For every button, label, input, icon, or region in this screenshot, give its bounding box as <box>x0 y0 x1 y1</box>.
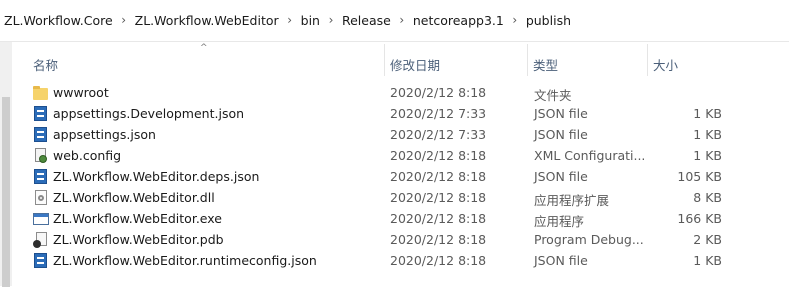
address-bar-divider <box>0 41 789 42</box>
file-row-dll[interactable]: ZL.Workflow.WebEditor.dll 2020/2/12 8:18… <box>28 187 722 208</box>
breadcrumb-separator-icon[interactable]: › <box>283 13 297 27</box>
config-file-icon <box>33 147 49 164</box>
file-size: 1 KB <box>693 106 722 121</box>
file-modified: 2020/2/12 8:18 <box>390 190 487 205</box>
file-name: ZL.Workflow.WebEditor.exe <box>53 211 222 226</box>
file-modified: 2020/2/12 8:18 <box>390 169 487 184</box>
file-name: ZL.Workflow.WebEditor.dll <box>53 190 215 205</box>
file-modified: 2020/2/12 8:18 <box>390 253 487 268</box>
file-type: 文件夹 <box>534 88 572 103</box>
scrollbar-thumb[interactable] <box>2 97 10 287</box>
file-modified: 2020/2/12 8:18 <box>390 232 487 247</box>
folder-icon <box>33 85 49 101</box>
file-modified: 2020/2/12 8:18 <box>390 148 487 163</box>
json-file-icon <box>33 252 49 269</box>
file-modified: 2020/2/12 8:18 <box>390 211 487 226</box>
file-name: web.config <box>53 148 122 163</box>
file-type: JSON file <box>534 106 588 121</box>
breadcrumb-item-core[interactable]: ZL.Workflow.Core <box>0 13 117 28</box>
json-file-icon <box>33 168 49 185</box>
file-type: 应用程序扩展 <box>534 193 610 208</box>
file-name: ZL.Workflow.WebEditor.runtimeconfig.json <box>53 253 317 268</box>
file-modified: 2020/2/12 8:18 <box>390 85 487 100</box>
json-file-icon <box>33 105 49 122</box>
breadcrumb-item-netcoreapp[interactable]: netcoreapp3.1 <box>409 13 508 28</box>
file-modified: 2020/2/12 7:33 <box>390 106 487 121</box>
file-row-pdb[interactable]: ZL.Workflow.WebEditor.pdb 2020/2/12 8:18… <box>28 229 722 250</box>
pdb-file-icon <box>33 231 49 248</box>
breadcrumb-item-bin[interactable]: bin <box>297 13 324 28</box>
file-name: appsettings.Development.json <box>53 106 245 121</box>
file-size: 8 KB <box>693 190 722 205</box>
column-header-name-label: 名称 <box>33 58 59 73</box>
file-type: XML Configurati... <box>534 148 646 163</box>
file-size: 166 KB <box>677 211 722 226</box>
file-size: 1 KB <box>693 253 722 268</box>
file-row-web-config[interactable]: web.config 2020/2/12 8:18 XML Configurat… <box>28 145 722 166</box>
json-file-icon <box>33 126 49 143</box>
file-name: wwwroot <box>53 85 109 100</box>
column-header-modified-label: 修改日期 <box>390 58 441 73</box>
exe-file-icon <box>33 211 49 227</box>
column-header-size-label: 大小 <box>653 58 679 73</box>
dll-file-icon <box>33 189 49 206</box>
breadcrumb-item-publish[interactable]: publish <box>522 13 575 28</box>
column-header-size[interactable]: 大小 <box>648 45 722 79</box>
file-size: 2 KB <box>693 232 722 247</box>
breadcrumb-separator-icon[interactable]: › <box>117 13 131 27</box>
breadcrumb-separator-icon[interactable]: › <box>395 13 409 27</box>
file-name: ZL.Workflow.WebEditor.deps.json <box>53 169 260 184</box>
column-header-name[interactable]: 名称 <box>28 45 384 79</box>
file-size: 1 KB <box>693 127 722 142</box>
column-header-type[interactable]: 类型 <box>528 45 647 79</box>
file-type: JSON file <box>534 127 588 142</box>
navigation-pane-scrollbar[interactable] <box>0 42 12 287</box>
file-size: 105 KB <box>677 169 722 184</box>
column-header-type-label: 类型 <box>533 58 559 73</box>
breadcrumb-item-webeditor[interactable]: ZL.Workflow.WebEditor <box>131 13 283 28</box>
file-row-exe[interactable]: ZL.Workflow.WebEditor.exe 2020/2/12 8:18… <box>28 208 722 229</box>
file-name: appsettings.json <box>53 127 156 142</box>
file-size: 1 KB <box>693 148 722 163</box>
file-modified: 2020/2/12 7:33 <box>390 127 487 142</box>
file-row-wwwroot[interactable]: wwwroot 2020/2/12 8:18 文件夹 <box>28 82 722 103</box>
file-row-runtimeconfig[interactable]: ZL.Workflow.WebEditor.runtimeconfig.json… <box>28 250 722 271</box>
file-row-appsettings[interactable]: appsettings.json 2020/2/12 7:33 JSON fil… <box>28 124 722 145</box>
breadcrumb-item-release[interactable]: Release <box>338 13 395 28</box>
file-type: 应用程序 <box>534 214 585 229</box>
breadcrumb-separator-icon[interactable]: › <box>508 13 522 27</box>
breadcrumb: ZL.Workflow.Core › ZL.Workflow.WebEditor… <box>0 0 789 40</box>
breadcrumb-separator-icon[interactable]: › <box>324 13 338 27</box>
file-name: ZL.Workflow.WebEditor.pdb <box>53 232 224 247</box>
file-type: Program Debug... <box>534 232 644 247</box>
file-type: JSON file <box>534 253 588 268</box>
file-type: JSON file <box>534 169 588 184</box>
file-row-appsettings-development[interactable]: appsettings.Development.json 2020/2/12 7… <box>28 103 722 124</box>
column-header-modified[interactable]: 修改日期 <box>385 45 527 79</box>
file-row-deps-json[interactable]: ZL.Workflow.WebEditor.deps.json 2020/2/1… <box>28 166 722 187</box>
